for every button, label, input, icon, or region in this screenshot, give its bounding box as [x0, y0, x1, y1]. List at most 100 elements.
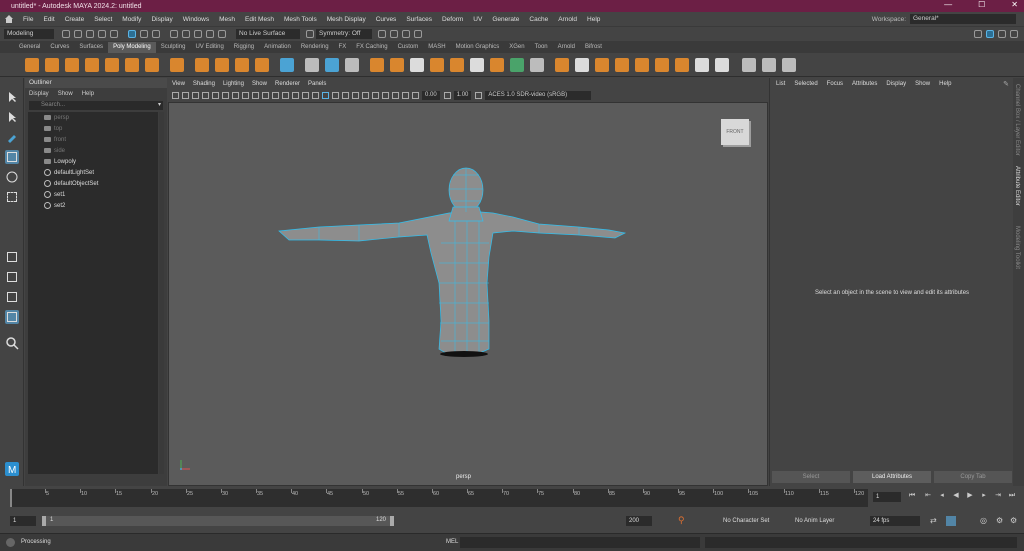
new-scene-icon[interactable]: [62, 30, 70, 38]
bookmarks-icon[interactable]: [192, 91, 199, 99]
viewport-menu-panels[interactable]: Panels: [308, 81, 326, 87]
menu-deform[interactable]: Deform: [437, 16, 468, 23]
collapse-icon[interactable]: [575, 57, 589, 72]
ipr-render-icon[interactable]: [390, 30, 398, 38]
minimize-button[interactable]: —: [944, 0, 952, 9]
render-icon[interactable]: [378, 30, 386, 38]
shelf-tab-motion-graphics[interactable]: Motion Graphics: [451, 42, 505, 53]
menu-uv[interactable]: UV: [468, 16, 487, 23]
outliner-scrollbar[interactable]: [159, 112, 164, 474]
single-perspective-layout-icon[interactable]: [5, 250, 19, 264]
attribute-menu-focus[interactable]: Focus: [827, 81, 843, 87]
fps-dropdown[interactable]: 24 fps: [870, 516, 920, 526]
anim-layer-field[interactable]: No Anim Layer: [792, 516, 850, 526]
menu-windows[interactable]: Windows: [178, 16, 214, 23]
wireframe-on-shaded-icon[interactable]: [322, 91, 329, 99]
menu-help[interactable]: Help: [582, 16, 605, 23]
exposure-icon[interactable]: [412, 91, 419, 99]
range-end-handle[interactable]: [390, 516, 394, 526]
anti-alias-icon[interactable]: [382, 91, 389, 99]
shelf-tab-sculpting[interactable]: Sculpting: [156, 42, 191, 53]
attribute-editor-toggle-icon[interactable]: [1010, 30, 1018, 38]
auto-key-icon[interactable]: ⚲: [678, 515, 685, 526]
reduce-icon[interactable]: [635, 57, 649, 72]
snap-curve-icon[interactable]: [182, 30, 190, 38]
remesh-icon[interactable]: [675, 57, 689, 72]
close-button[interactable]: ✕: [1011, 0, 1018, 9]
animation-end-field[interactable]: 200: [626, 516, 652, 526]
menu-edit[interactable]: Edit: [38, 16, 59, 23]
quadrangulate-icon[interactable]: [715, 57, 729, 72]
menu-surfaces[interactable]: Surfaces: [401, 16, 437, 23]
four-view-layout-icon[interactable]: [5, 270, 19, 284]
range-track[interactable]: 1 120: [42, 516, 392, 526]
shelf-tab-bifrost[interactable]: Bifrost: [580, 42, 607, 53]
poly-torus-icon[interactable]: [105, 57, 119, 72]
smooth-shade-icon[interactable]: [282, 91, 289, 99]
render-settings-icon[interactable]: [402, 30, 410, 38]
field-chart-icon[interactable]: [252, 91, 259, 99]
outliner-toggle-icon[interactable]: [986, 30, 994, 38]
play-backwards-icon[interactable]: ◀: [952, 492, 960, 500]
shelf-tab-arnold[interactable]: Arnold: [553, 42, 580, 53]
xray-joints-icon[interactable]: [342, 91, 349, 99]
separate-icon[interactable]: [325, 57, 339, 72]
outliner-row[interactable]: Lowpoly: [28, 156, 158, 167]
workspace-selector[interactable]: Workspace: General*: [872, 14, 1016, 24]
select-object-icon[interactable]: [140, 30, 148, 38]
select-button[interactable]: Select: [772, 471, 850, 483]
tab-attribute-editor[interactable]: Attribute Editor: [1014, 166, 1020, 206]
shelf-tab-animation[interactable]: Animation: [259, 42, 296, 53]
timeline-track[interactable]: 5 10 15 20 25 30 35 40 45 50 55 60 65 70 75 80 85 90 95 100…: [10, 489, 868, 507]
smooth-icon[interactable]: [345, 57, 359, 72]
poly-disc-icon[interactable]: [145, 57, 159, 72]
view-transform-dropdown[interactable]: ACES 1.0 SDR-video (sRGB): [485, 90, 592, 100]
resolution-gate-icon[interactable]: [232, 91, 239, 99]
shelf-tab-xgen[interactable]: XGen: [504, 42, 529, 53]
super-shape-icon[interactable]: [195, 57, 209, 72]
menu-select[interactable]: Select: [89, 16, 117, 23]
shelf-tab-rigging[interactable]: Rigging: [229, 42, 259, 53]
conform-icon[interactable]: [595, 57, 609, 72]
hypershade-icon[interactable]: [414, 30, 422, 38]
cached-playback-icon[interactable]: [946, 516, 956, 526]
viewport-menu-renderer[interactable]: Renderer: [275, 81, 300, 87]
outliner-row[interactable]: front: [28, 134, 158, 145]
ssao-icon[interactable]: [362, 91, 369, 99]
sound-icon[interactable]: ◎: [980, 516, 987, 525]
current-time-marker[interactable]: [10, 489, 12, 507]
undo-icon[interactable]: [98, 30, 106, 38]
shelf-tab-custom[interactable]: Custom: [393, 42, 424, 53]
save-scene-icon[interactable]: [86, 30, 94, 38]
outliner-row[interactable]: set2: [28, 200, 158, 211]
menu-file[interactable]: File: [18, 16, 38, 23]
perspective-viewport[interactable]: FRONT persp: [168, 102, 768, 486]
target-weld-icon[interactable]: [530, 57, 544, 72]
viewport-menu-show[interactable]: Show: [252, 81, 267, 87]
viewport-menu-view[interactable]: View: [172, 81, 185, 87]
outliner-row[interactable]: top: [28, 123, 158, 134]
poly-sphere-icon[interactable]: [25, 57, 39, 72]
menu-mesh-display[interactable]: Mesh Display: [322, 16, 371, 23]
search-icon[interactable]: [5, 336, 19, 350]
poly-text-icon[interactable]: [235, 57, 249, 72]
character-mesh[interactable]: [169, 103, 767, 485]
append-polygon-icon[interactable]: [490, 57, 504, 72]
attribute-menu-selected[interactable]: Selected: [794, 81, 817, 87]
multi-cut-icon[interactable]: [510, 57, 524, 72]
channel-box-toggle-icon[interactable]: [998, 30, 1006, 38]
mirror-icon[interactable]: [390, 57, 404, 72]
poly-cylinder-icon[interactable]: [65, 57, 79, 72]
shelf-tab-uv-editing[interactable]: UV Editing: [190, 42, 228, 53]
camera-select-icon[interactable]: [172, 91, 179, 99]
copy-tab-button[interactable]: Copy Tab: [934, 471, 1012, 483]
step-back-frame-icon[interactable]: ◂: [938, 492, 946, 500]
scale-tool-icon[interactable]: [5, 190, 19, 204]
outliner-search-input[interactable]: Search... ▾: [29, 101, 163, 110]
symmetry-dropdown[interactable]: Symmetry: Off: [316, 29, 372, 39]
outliner-row[interactable]: persp: [28, 112, 158, 123]
bevel-icon[interactable]: [450, 57, 464, 72]
tab-channel-box[interactable]: Channel Box / Layer Editor: [1014, 84, 1020, 156]
menu-curves[interactable]: Curves: [371, 16, 402, 23]
viewcube[interactable]: FRONT: [721, 119, 749, 145]
